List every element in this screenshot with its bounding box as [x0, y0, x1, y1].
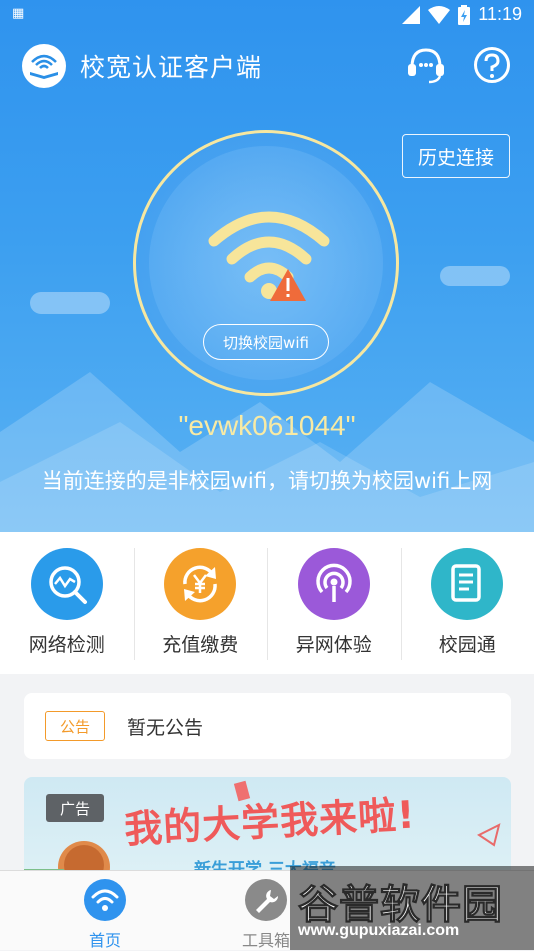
quick-action-label: 网络检测 — [29, 630, 105, 657]
app-logo — [22, 44, 66, 88]
app-bar: 校宽认证客户端 — [0, 40, 534, 90]
signal-icon — [402, 6, 420, 24]
status-time: 11:19 — [478, 4, 522, 25]
wrench-icon — [245, 879, 287, 921]
help-circle-icon[interactable] — [470, 43, 514, 87]
cloud-decoration — [440, 266, 510, 286]
wifi-status-icon — [428, 6, 450, 24]
watermark-url: www.gupuxiazai.com — [298, 922, 459, 940]
connection-message: 当前连接的是非校园wifi，请切换为校园wifi上网 — [30, 466, 504, 497]
wifi-warning-icon — [208, 205, 330, 305]
announcement-card[interactable]: 公告 暂无公告 — [24, 693, 511, 759]
app-title: 校宽认证客户端 — [80, 48, 262, 84]
qr-code-icon: ▦ — [12, 6, 24, 21]
quick-action-recharge[interactable]: 充值缴费 — [134, 532, 268, 674]
quick-action-label: 充值缴费 — [162, 630, 238, 657]
headset-icon[interactable] — [404, 43, 448, 87]
cloud-decoration — [30, 292, 110, 314]
switch-campus-wifi-button[interactable]: 切换校园wifi — [203, 324, 329, 360]
yen-recharge-icon — [164, 548, 236, 620]
quick-action-network-check[interactable]: 网络检测 — [0, 532, 134, 674]
quick-actions: 网络检测 充值缴费 异网体验 — [0, 532, 534, 674]
announcement-tag: 公告 — [45, 711, 105, 741]
quick-action-other-network[interactable]: 异网体验 — [267, 532, 401, 674]
quick-action-campus[interactable]: 校园通 — [401, 532, 534, 674]
status-bar: ▦ 11:19 — [0, 0, 534, 30]
nav-label-home: 首页 — [55, 927, 155, 951]
site-watermark: 谷普软件园 www.gupuxiazai.com — [290, 866, 534, 950]
nav-item-home[interactable]: 首页 — [55, 879, 155, 951]
current-ssid: "evwk061044" — [0, 410, 534, 442]
history-connection-button[interactable]: 历史连接 — [402, 134, 510, 178]
quick-action-label: 异网体验 — [296, 630, 372, 657]
broadcast-icon — [298, 548, 370, 620]
hero-panel: ▦ 11:19 校宽认证客户端 — [0, 0, 534, 532]
document-icon — [431, 548, 503, 620]
wifi-home-icon — [84, 879, 126, 921]
network-check-icon — [31, 548, 103, 620]
ad-tag: 广告 — [46, 794, 104, 822]
announcement-text: 暂无公告 — [127, 713, 203, 740]
battery-icon — [458, 5, 470, 25]
quick-action-label: 校园通 — [439, 630, 496, 657]
